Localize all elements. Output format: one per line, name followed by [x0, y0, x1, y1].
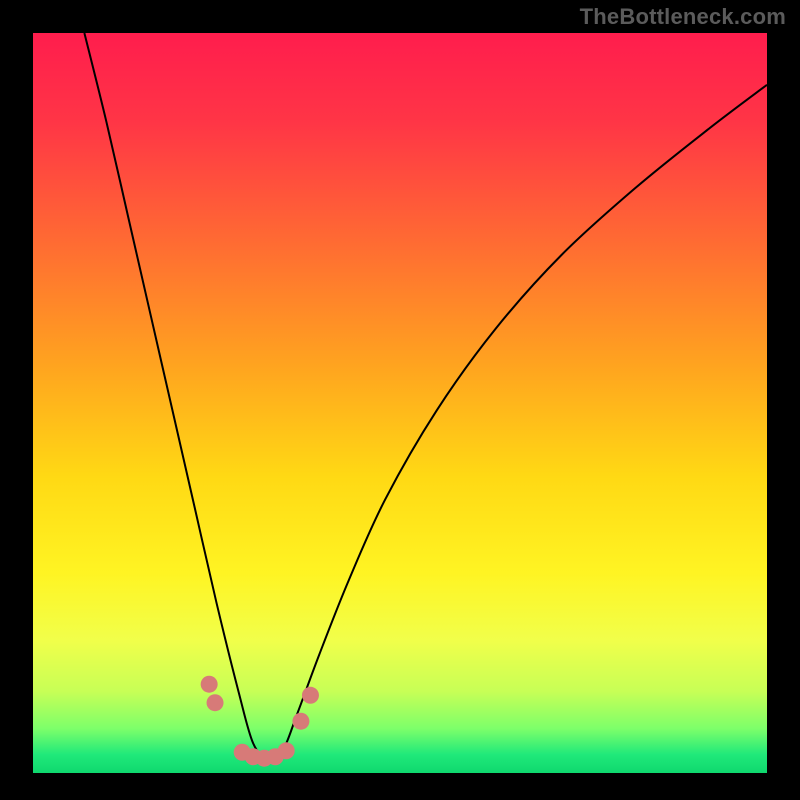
chart-frame: TheBottleneck.com — [0, 0, 800, 800]
marker-point — [302, 687, 319, 704]
plot-background — [33, 33, 767, 773]
marker-point — [292, 713, 309, 730]
marker-point — [278, 742, 295, 759]
marker-point — [207, 694, 224, 711]
marker-point — [201, 676, 218, 693]
bottleneck-chart — [0, 0, 800, 800]
